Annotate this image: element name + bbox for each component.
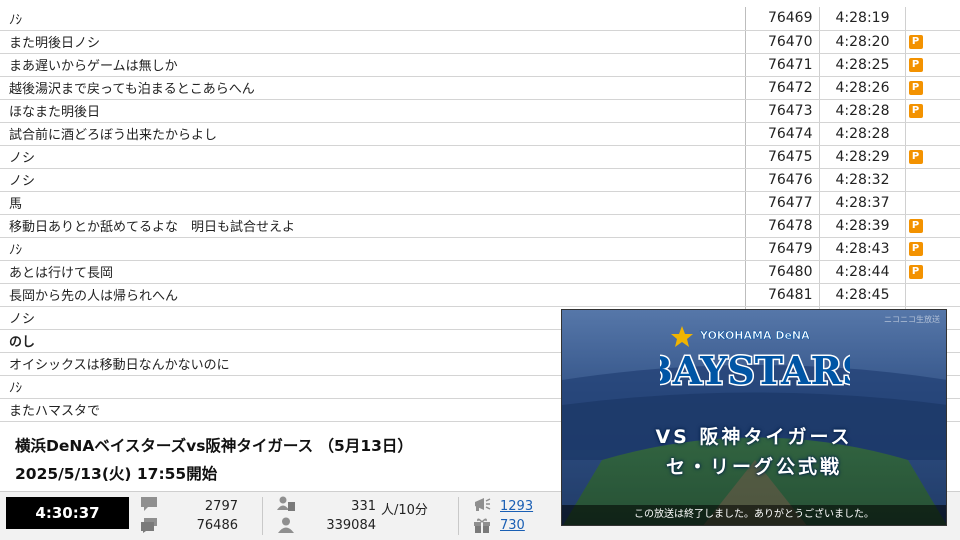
premium-cell: [905, 122, 960, 146]
premium-cell: P: [905, 53, 960, 77]
comment-row[interactable]: あとは行けて長岡 76480 4:28:44 P: [0, 260, 960, 284]
logo-main-text: BAYSTARS: [660, 348, 850, 393]
program-start-time: 2025/5/13(火) 17:55開始: [15, 465, 218, 483]
baystars-logo: YOKOHAMA DeNA BAYSTARS: [660, 326, 850, 395]
ad-points-link[interactable]: 1293: [500, 499, 563, 514]
comment-number: 76476: [745, 168, 820, 192]
comment-row[interactable]: ﾉｼ 76479 4:28:43 P: [0, 237, 960, 261]
league-text: セ・リーグ公式戦: [665, 456, 842, 478]
comment-time: 4:28:26: [819, 76, 906, 100]
comment-number: 76470: [745, 30, 820, 54]
comment-number: 76479: [745, 237, 820, 261]
premium-cell: P: [905, 99, 960, 123]
comment-row[interactable]: ﾉｼ 76469 4:28:19: [0, 7, 960, 31]
premium-cell: [905, 283, 960, 307]
active-viewers-unit: 人/10分: [381, 503, 428, 518]
comment-text: 試合前に酒どろぼう出来たからよし: [0, 122, 746, 146]
comment-time: 4:28:20: [819, 30, 906, 54]
premium-cell: P: [905, 76, 960, 100]
comment-row[interactable]: 越後湯沢まで戻っても泊まるとこあらへん 76472 4:28:26 P: [0, 76, 960, 100]
comment-text: ノシ: [0, 145, 746, 169]
premium-cell: P: [905, 30, 960, 54]
comment-text: ﾉｼ: [0, 7, 746, 31]
comment-number: 76475: [745, 145, 820, 169]
separator: [262, 497, 263, 535]
premium-cell: P: [905, 145, 960, 169]
premium-badge-icon: P: [908, 241, 923, 256]
comment-text: あとは行けて長岡: [0, 260, 746, 284]
comment-number: 76480: [745, 260, 820, 284]
comment-number: 76469: [745, 7, 820, 31]
comment-row[interactable]: ノシ 76476 4:28:32: [0, 168, 960, 192]
comment-speed: 2797: [204, 499, 238, 514]
premium-cell: P: [905, 260, 960, 284]
comment-number: 76478: [745, 214, 820, 238]
premium-badge-icon: P: [908, 149, 923, 164]
comment-row[interactable]: 試合前に酒どろぼう出来たからよし 76474 4:28:28: [0, 122, 960, 146]
separator: [458, 497, 459, 535]
comment-time: 4:28:37: [819, 191, 906, 215]
premium-cell: [905, 191, 960, 215]
comment-total: 76486: [196, 518, 238, 533]
premium-badge-icon: P: [908, 80, 923, 95]
comment-number: 76481: [745, 283, 820, 307]
video-player[interactable]: ニコニコ生放送 YOKOHAMA DeNA BAYSTARS VS 阪神タイガー…: [561, 309, 947, 526]
comment-time: 4:28:45: [819, 283, 906, 307]
premium-cell: P: [905, 214, 960, 238]
premium-cell: P: [905, 237, 960, 261]
comment-number: 76473: [745, 99, 820, 123]
megaphone-icon: [475, 498, 491, 511]
broadcast-ended-message: この放送は終了しました。ありがとうございました。: [562, 505, 946, 525]
comment-number: 76477: [745, 191, 820, 215]
comment-time: 4:28:25: [819, 53, 906, 77]
viewer-icon: [278, 517, 294, 533]
premium-badge-icon: P: [908, 264, 923, 279]
logo-top-text: YOKOHAMA DeNA: [699, 329, 810, 342]
comment-row[interactable]: ノシ 76475 4:28:29 P: [0, 145, 960, 169]
comment-text: まあ遅いからゲームは無しか: [0, 53, 746, 77]
comment-row[interactable]: まあ遅いからゲームは無しか 76471 4:28:25 P: [0, 53, 960, 77]
active-viewer-icon: [277, 496, 295, 511]
comment-text: ﾉｼ: [0, 237, 746, 261]
premium-badge-icon: P: [908, 34, 923, 49]
comment-text: 馬: [0, 191, 746, 215]
comment-time: 4:28:43: [819, 237, 906, 261]
total-viewers: 339084: [326, 518, 376, 533]
comment-time: 4:28:28: [819, 99, 906, 123]
comment-time: 4:28:29: [819, 145, 906, 169]
comment-text: ノシ: [0, 168, 746, 192]
comment-text: 越後湯沢まで戻っても泊まるとこあらへん: [0, 76, 746, 100]
comment-row[interactable]: ほなまた明後日 76473 4:28:28 P: [0, 99, 960, 123]
comment-row[interactable]: 移動日ありとか舐めてるよな 明日も試合せえよ 76478 4:28:39 P: [0, 214, 960, 238]
active-viewers: 331: [351, 499, 376, 514]
elapsed-time: 4:30:37: [6, 497, 129, 529]
comment-time: 4:28:39: [819, 214, 906, 238]
comment-time: 4:28:28: [819, 122, 906, 146]
comment-icon: [141, 497, 157, 511]
premium-badge-icon: P: [908, 103, 923, 118]
comment-number: 76474: [745, 122, 820, 146]
comment-text: また明後日ノシ: [0, 30, 746, 54]
comment-stack-icon: [141, 518, 157, 533]
comment-text: ほなまた明後日: [0, 99, 746, 123]
comment-text: 長岡から先の人は帰られへん: [0, 283, 746, 307]
premium-badge-icon: P: [908, 57, 923, 72]
program-info: 横浜DeNAベイスターズvs阪神タイガース （5月13日） 2025/5/13(…: [0, 428, 560, 490]
comment-text: 移動日ありとか舐めてるよな 明日も試合せえよ: [0, 214, 746, 238]
premium-cell: [905, 168, 960, 192]
comment-time: 4:28:44: [819, 260, 906, 284]
comment-row[interactable]: また明後日ノシ 76470 4:28:20 P: [0, 30, 960, 54]
program-title: 横浜DeNAベイスターズvs阪神タイガース （5月13日）: [15, 437, 413, 455]
gift-icon: [474, 518, 490, 533]
premium-badge-icon: P: [908, 218, 923, 233]
vs-opponent-text: VS 阪神タイガース: [655, 426, 853, 448]
comment-row[interactable]: 長岡から先の人は帰られへん 76481 4:28:45: [0, 283, 960, 307]
comment-time: 4:28:19: [819, 7, 906, 31]
watermark: ニコニコ生放送: [884, 315, 940, 324]
comment-time: 4:28:32: [819, 168, 906, 192]
comment-number: 76472: [745, 76, 820, 100]
premium-cell: [905, 7, 960, 31]
comment-row[interactable]: 馬 76477 4:28:37: [0, 191, 960, 215]
comment-number: 76471: [745, 53, 820, 77]
